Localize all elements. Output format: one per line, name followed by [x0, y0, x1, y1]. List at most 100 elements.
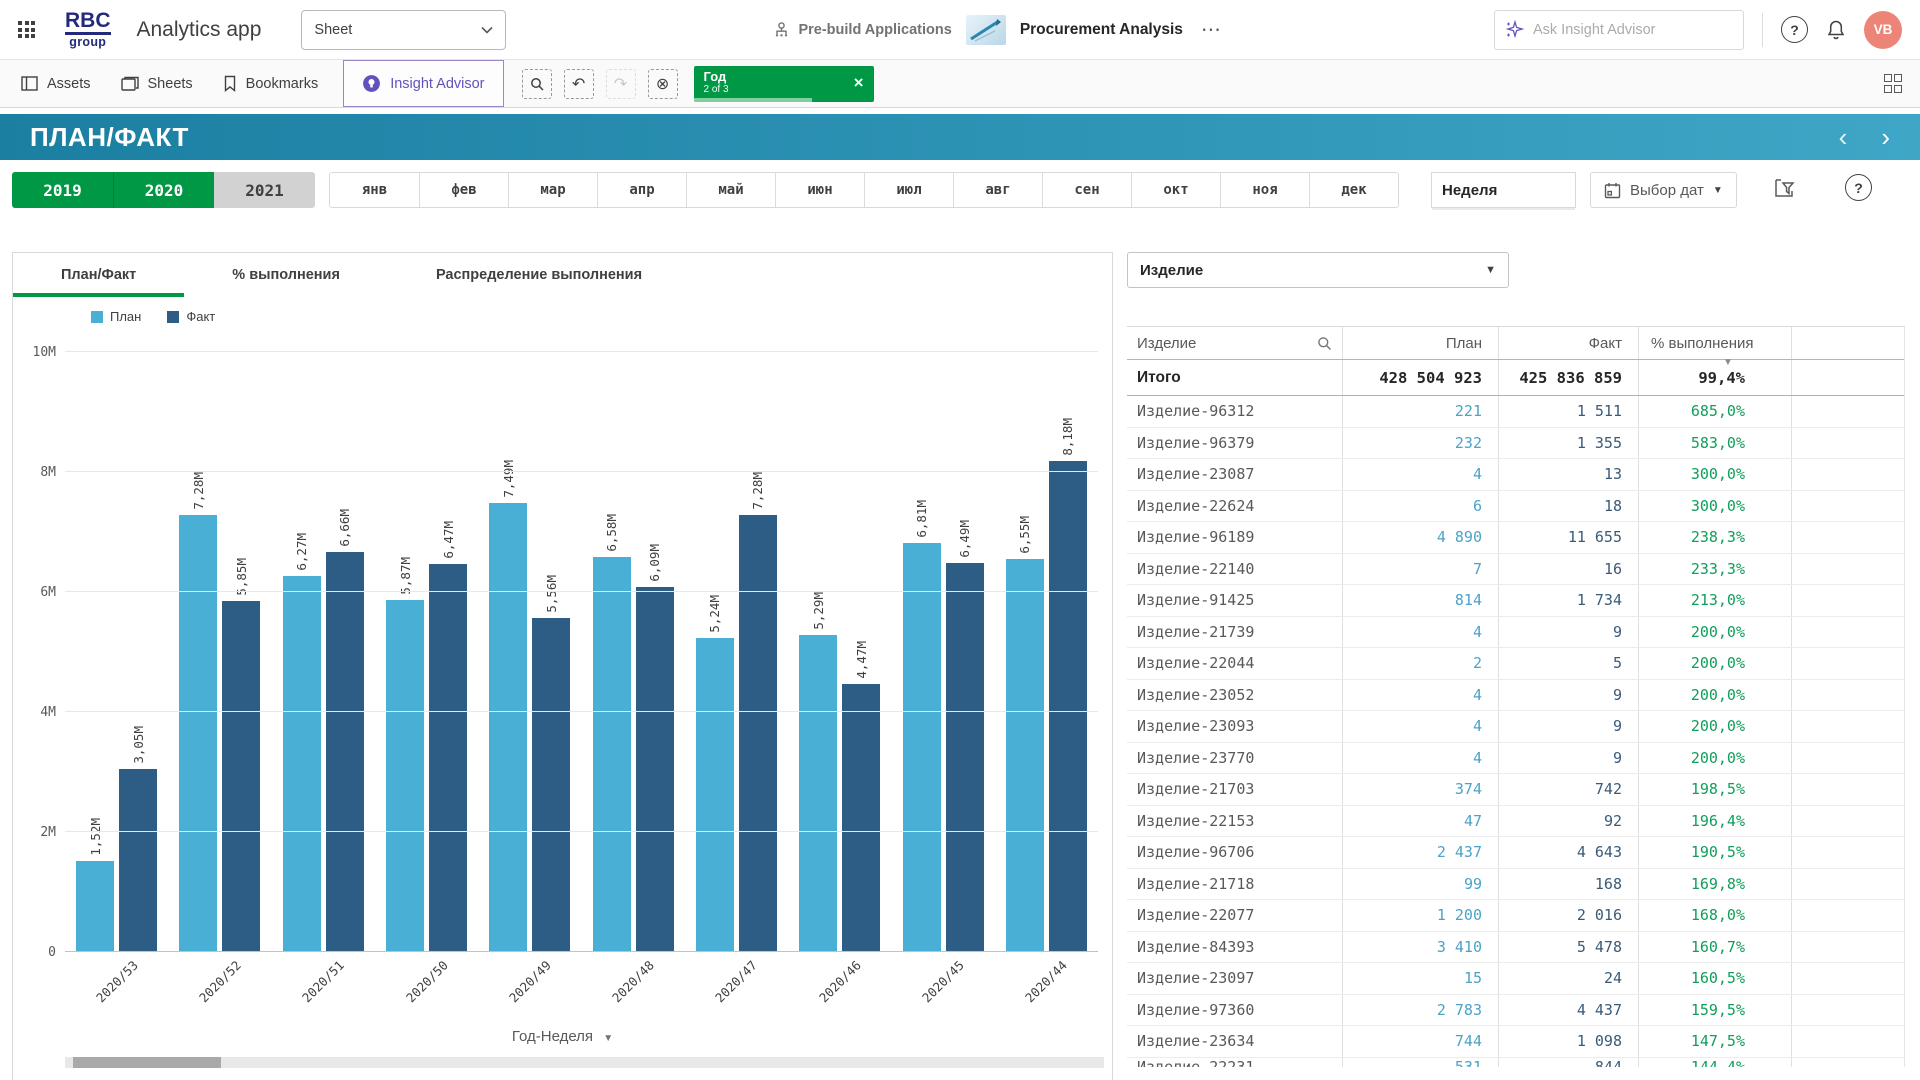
selection-chip-year[interactable]: Год 2 of 3 × — [694, 66, 874, 102]
assets-button[interactable]: Assets — [6, 60, 106, 107]
user-avatar[interactable]: VB — [1864, 11, 1902, 49]
table-row[interactable]: Изделие-2171899168169,8% — [1127, 869, 1904, 901]
undo-selection-button[interactable]: ↶ — [564, 69, 594, 99]
bar-План-2020/49[interactable] — [489, 503, 527, 952]
table-row[interactable]: Изделие-2204425200,0% — [1127, 648, 1904, 680]
month-filter-дек[interactable]: дек — [1309, 173, 1398, 207]
month-filter-июл[interactable]: июл — [864, 173, 953, 207]
year-filter-2019[interactable]: 2019 — [12, 172, 113, 208]
legend-item-План[interactable]: План — [91, 309, 141, 324]
table-row[interactable]: Изделие-961894 89011 655238,3% — [1127, 522, 1904, 554]
bar-Факт-2020/49[interactable] — [532, 618, 570, 952]
legend-item-Факт[interactable]: Факт — [167, 309, 215, 324]
bar-План-2020/53[interactable] — [76, 861, 114, 952]
chart-horizontal-scrollbar[interactable] — [65, 1057, 1104, 1068]
table-row[interactable]: Изделие-220771 2002 016168,0% — [1127, 900, 1904, 932]
column-header-fact[interactable]: Факт — [1498, 327, 1638, 359]
table-row[interactable]: Изделие-22624618300,0% — [1127, 491, 1904, 523]
bar-План-2020/46[interactable] — [799, 635, 837, 952]
year-filter-2020[interactable]: 2020 — [113, 172, 214, 208]
table-row[interactable]: Изделие-2173949200,0% — [1127, 617, 1904, 649]
table-row[interactable]: Изделие-23087413300,0% — [1127, 459, 1904, 491]
chip-close-icon[interactable]: × — [854, 74, 864, 91]
month-filter-окт[interactable]: окт — [1131, 173, 1220, 207]
table-row[interactable]: Изделие-973602 7834 437159,5% — [1127, 995, 1904, 1027]
bar-План-2020/52[interactable] — [179, 515, 217, 952]
insight-advisor-button[interactable]: Insight Advisor — [343, 60, 503, 107]
bar-Факт-2020/48[interactable] — [636, 587, 674, 952]
more-options-icon[interactable]: ⋯ — [1197, 17, 1227, 42]
bar-План-2020/45[interactable] — [903, 543, 941, 952]
table-row[interactable]: Изделие-914258141 734213,0% — [1127, 585, 1904, 617]
bar-Факт-2020/46[interactable] — [842, 684, 880, 952]
bar-Факт-2020/51[interactable] — [326, 552, 364, 952]
sheet-selector[interactable]: Sheet — [301, 10, 506, 50]
table-row[interactable]: Изделие-230971524160,5% — [1127, 963, 1904, 995]
bar-План-2020/50[interactable] — [386, 600, 424, 952]
month-filter-фев[interactable]: фев — [419, 173, 508, 207]
month-filter-апр[interactable]: апр — [597, 173, 686, 207]
sheet-help-icon[interactable]: ? — [1845, 174, 1872, 201]
table-row[interactable]: Изделие-22140716233,3% — [1127, 554, 1904, 586]
clear-selections-button[interactable]: ⊗ — [648, 69, 678, 99]
bar-Факт-2020/47[interactable] — [739, 515, 777, 952]
tab-3[interactable]: Распределение выполнения — [388, 253, 690, 297]
month-filter-янв[interactable]: янв — [330, 173, 419, 207]
notifications-bell-icon[interactable] — [1826, 19, 1846, 41]
tab-2[interactable]: % выполнения — [184, 253, 388, 297]
tab-1[interactable]: План/Факт — [13, 253, 184, 297]
bar-value-label: 6,49M — [957, 520, 972, 558]
month-filter-авг[interactable]: авг — [953, 173, 1042, 207]
bookmarks-button[interactable]: Bookmarks — [208, 60, 334, 107]
bar-Факт-2020/53[interactable] — [119, 769, 157, 952]
cell-empty — [1791, 774, 1904, 805]
bar-План-2020/44[interactable] — [1006, 559, 1044, 952]
table-row[interactable]: Изделие-963792321 355583,0% — [1127, 428, 1904, 460]
bar-План-2020/51[interactable] — [283, 576, 321, 952]
table-row[interactable]: Изделие-967062 4374 643190,5% — [1127, 837, 1904, 869]
totals-label: Итого — [1127, 360, 1342, 395]
table-row[interactable]: Изделие-2309349200,0% — [1127, 711, 1904, 743]
table-row[interactable]: Изделие-843933 4105 478160,7% — [1127, 932, 1904, 964]
week-filter[interactable]: Неделя — [1431, 172, 1576, 208]
bar-Факт-2020/44[interactable] — [1049, 461, 1087, 952]
bar-Факт-2020/45[interactable] — [946, 563, 984, 952]
sheets-button[interactable]: Sheets — [106, 60, 208, 107]
month-filter-ноя[interactable]: ноя — [1220, 173, 1309, 207]
next-sheet-icon[interactable]: › — [1881, 124, 1890, 150]
table-row[interactable]: Изделие-21703374742198,5% — [1127, 774, 1904, 806]
help-icon[interactable]: ? — [1781, 16, 1808, 43]
prebuild-applications-button[interactable]: Pre-build Applications — [773, 21, 951, 38]
column-header-plan[interactable]: План — [1342, 327, 1498, 359]
date-picker-button[interactable]: Выбор дат ▼ — [1590, 172, 1737, 208]
table-row[interactable]: Изделие-221534792196,4% — [1127, 806, 1904, 838]
bar-План-2020/47[interactable] — [696, 638, 734, 952]
previous-sheet-icon[interactable]: ‹ — [1839, 124, 1848, 150]
table-row[interactable]: Изделие-963122211 511685,0% — [1127, 396, 1904, 428]
table-row[interactable]: Изделие-2377049200,0% — [1127, 743, 1904, 775]
month-filter-май[interactable]: май — [686, 173, 775, 207]
month-filter-мар[interactable]: мар — [508, 173, 597, 207]
insight-advisor-search[interactable] — [1494, 10, 1744, 50]
selections-tool-icon[interactable] — [1773, 177, 1795, 199]
table-row[interactable]: Изделие-2305249200,0% — [1127, 680, 1904, 712]
app-launcher-icon[interactable] — [18, 21, 35, 38]
column-header-pct[interactable]: % выполнения ▼ — [1638, 327, 1791, 359]
product-dimension-dropdown[interactable]: Изделие ▼ — [1127, 252, 1509, 288]
column-header-product[interactable]: Изделие — [1127, 327, 1342, 359]
smart-search-button[interactable] — [522, 69, 552, 99]
month-filter-сен[interactable]: сен — [1042, 173, 1131, 207]
year-filter-2021[interactable]: 2021 — [214, 172, 315, 208]
table-row[interactable]: Изделие-236347441 098147,5% — [1127, 1026, 1904, 1058]
scrollbar-thumb[interactable] — [73, 1057, 221, 1068]
x-axis-title[interactable]: Год-Неделя ▼ — [13, 1028, 1112, 1045]
column-search-icon[interactable] — [1317, 336, 1332, 351]
app-thumbnail[interactable] — [966, 15, 1006, 45]
bar-Факт-2020/52[interactable] — [222, 601, 260, 952]
sheet-layout-icon[interactable] — [1884, 74, 1903, 93]
table-row[interactable]: Изделие-22231531844144,4% — [1127, 1058, 1904, 1067]
search-input[interactable] — [1533, 22, 1713, 38]
month-filter-июн[interactable]: июн — [775, 173, 864, 207]
bar-Факт-2020/50[interactable] — [429, 564, 467, 952]
bar-План-2020/48[interactable] — [593, 557, 631, 952]
